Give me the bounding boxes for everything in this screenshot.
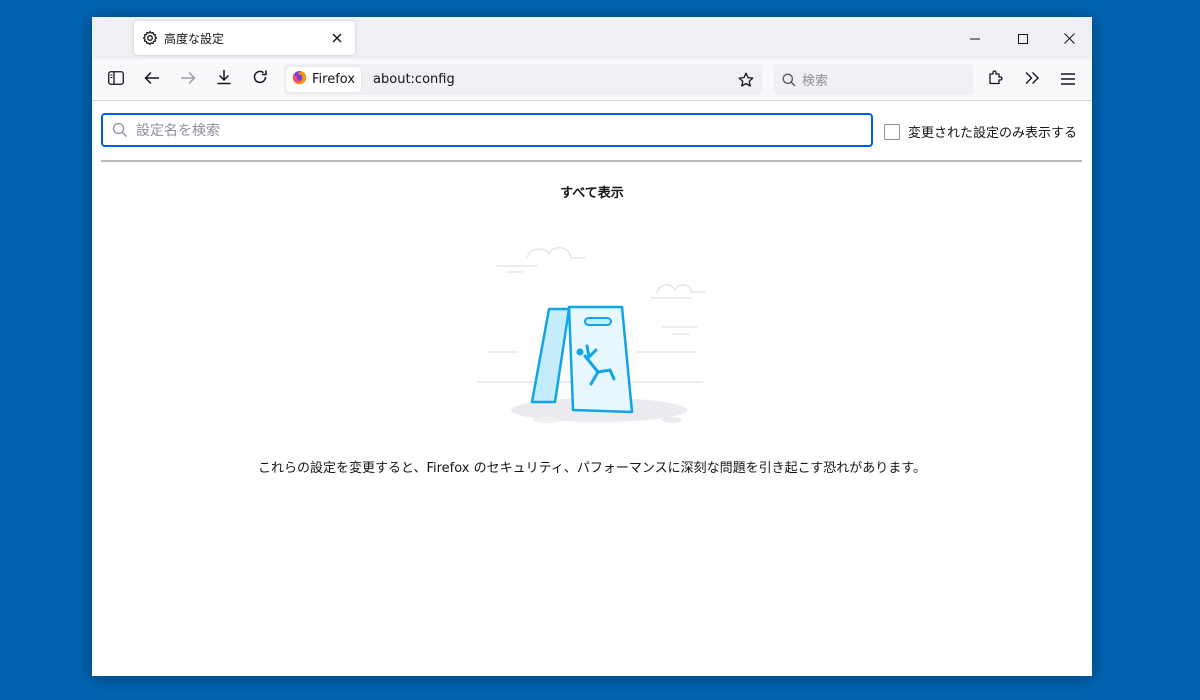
show-all-label: すべて表示 xyxy=(560,186,624,201)
sidebar-button[interactable] xyxy=(102,65,130,93)
app-menu-button[interactable] xyxy=(1054,65,1082,93)
search-bar[interactable]: 検索 xyxy=(774,64,973,95)
download-icon xyxy=(216,69,232,89)
maximize-icon xyxy=(1018,29,1028,48)
forward-button[interactable] xyxy=(174,65,202,93)
sidebar-icon xyxy=(108,70,124,89)
browser-window: 高度な設定 Firefox about:config 検索 設定名を検索 変更さ… xyxy=(92,17,1092,676)
identity-label: Firefox xyxy=(312,72,356,87)
maximize-button[interactable] xyxy=(1000,17,1046,59)
navigation-toolbar: Firefox about:config 検索 xyxy=(92,59,1092,101)
show-all-button[interactable]: すべて表示 xyxy=(92,182,1092,201)
warning-message: これらの設定を変更すると、Firefox のセキュリティ、パフォーマンスに深刻な… xyxy=(257,461,927,476)
gear-icon xyxy=(142,30,158,46)
about-config-page: 設定名を検索 変更された設定のみ表示する すべて表示 これらの設定を変更すると、… xyxy=(92,101,1092,676)
preference-search-placeholder: 設定名を検索 xyxy=(136,123,220,139)
close-window-button[interactable] xyxy=(1046,17,1092,59)
bookmark-star-icon[interactable] xyxy=(732,66,760,94)
forward-arrow-icon xyxy=(180,70,196,89)
back-arrow-icon xyxy=(144,70,160,89)
url-text[interactable]: about:config xyxy=(373,72,732,87)
puzzle-piece-icon xyxy=(988,69,1004,89)
preference-search-input[interactable]: 設定名を検索 xyxy=(101,113,873,147)
search-placeholder: 検索 xyxy=(802,74,829,89)
search-icon xyxy=(112,122,128,138)
overflow-menu-button[interactable] xyxy=(1018,65,1046,93)
close-tab-icon[interactable] xyxy=(327,28,347,48)
tab-title: 高度な設定 xyxy=(164,31,225,46)
reload-icon xyxy=(252,69,268,89)
url-bar[interactable]: Firefox about:config xyxy=(284,64,762,95)
caution-sign-illustration xyxy=(476,232,717,432)
show-modified-only-label: 変更された設定のみ表示する xyxy=(908,126,1078,141)
minimize-button[interactable] xyxy=(952,17,998,59)
firefox-logo-icon xyxy=(292,70,307,89)
show-modified-only-checkbox[interactable] xyxy=(884,123,900,140)
minimize-icon xyxy=(970,29,980,48)
extensions-button[interactable] xyxy=(982,65,1010,93)
chevron-double-right-icon xyxy=(1024,70,1040,89)
tab-strip: 高度な設定 xyxy=(92,17,1092,59)
downloads-button[interactable] xyxy=(210,65,238,93)
reload-button[interactable] xyxy=(246,65,274,93)
show-modified-only-toggle[interactable]: 変更された設定のみ表示する xyxy=(884,122,1077,141)
divider xyxy=(101,160,1082,162)
close-icon xyxy=(1063,29,1075,48)
search-icon xyxy=(782,73,796,87)
hamburger-menu-icon xyxy=(1061,70,1075,89)
identity-box[interactable]: Firefox xyxy=(286,67,362,92)
back-button[interactable] xyxy=(138,65,166,93)
tab-advanced-settings[interactable]: 高度な設定 xyxy=(134,21,355,55)
